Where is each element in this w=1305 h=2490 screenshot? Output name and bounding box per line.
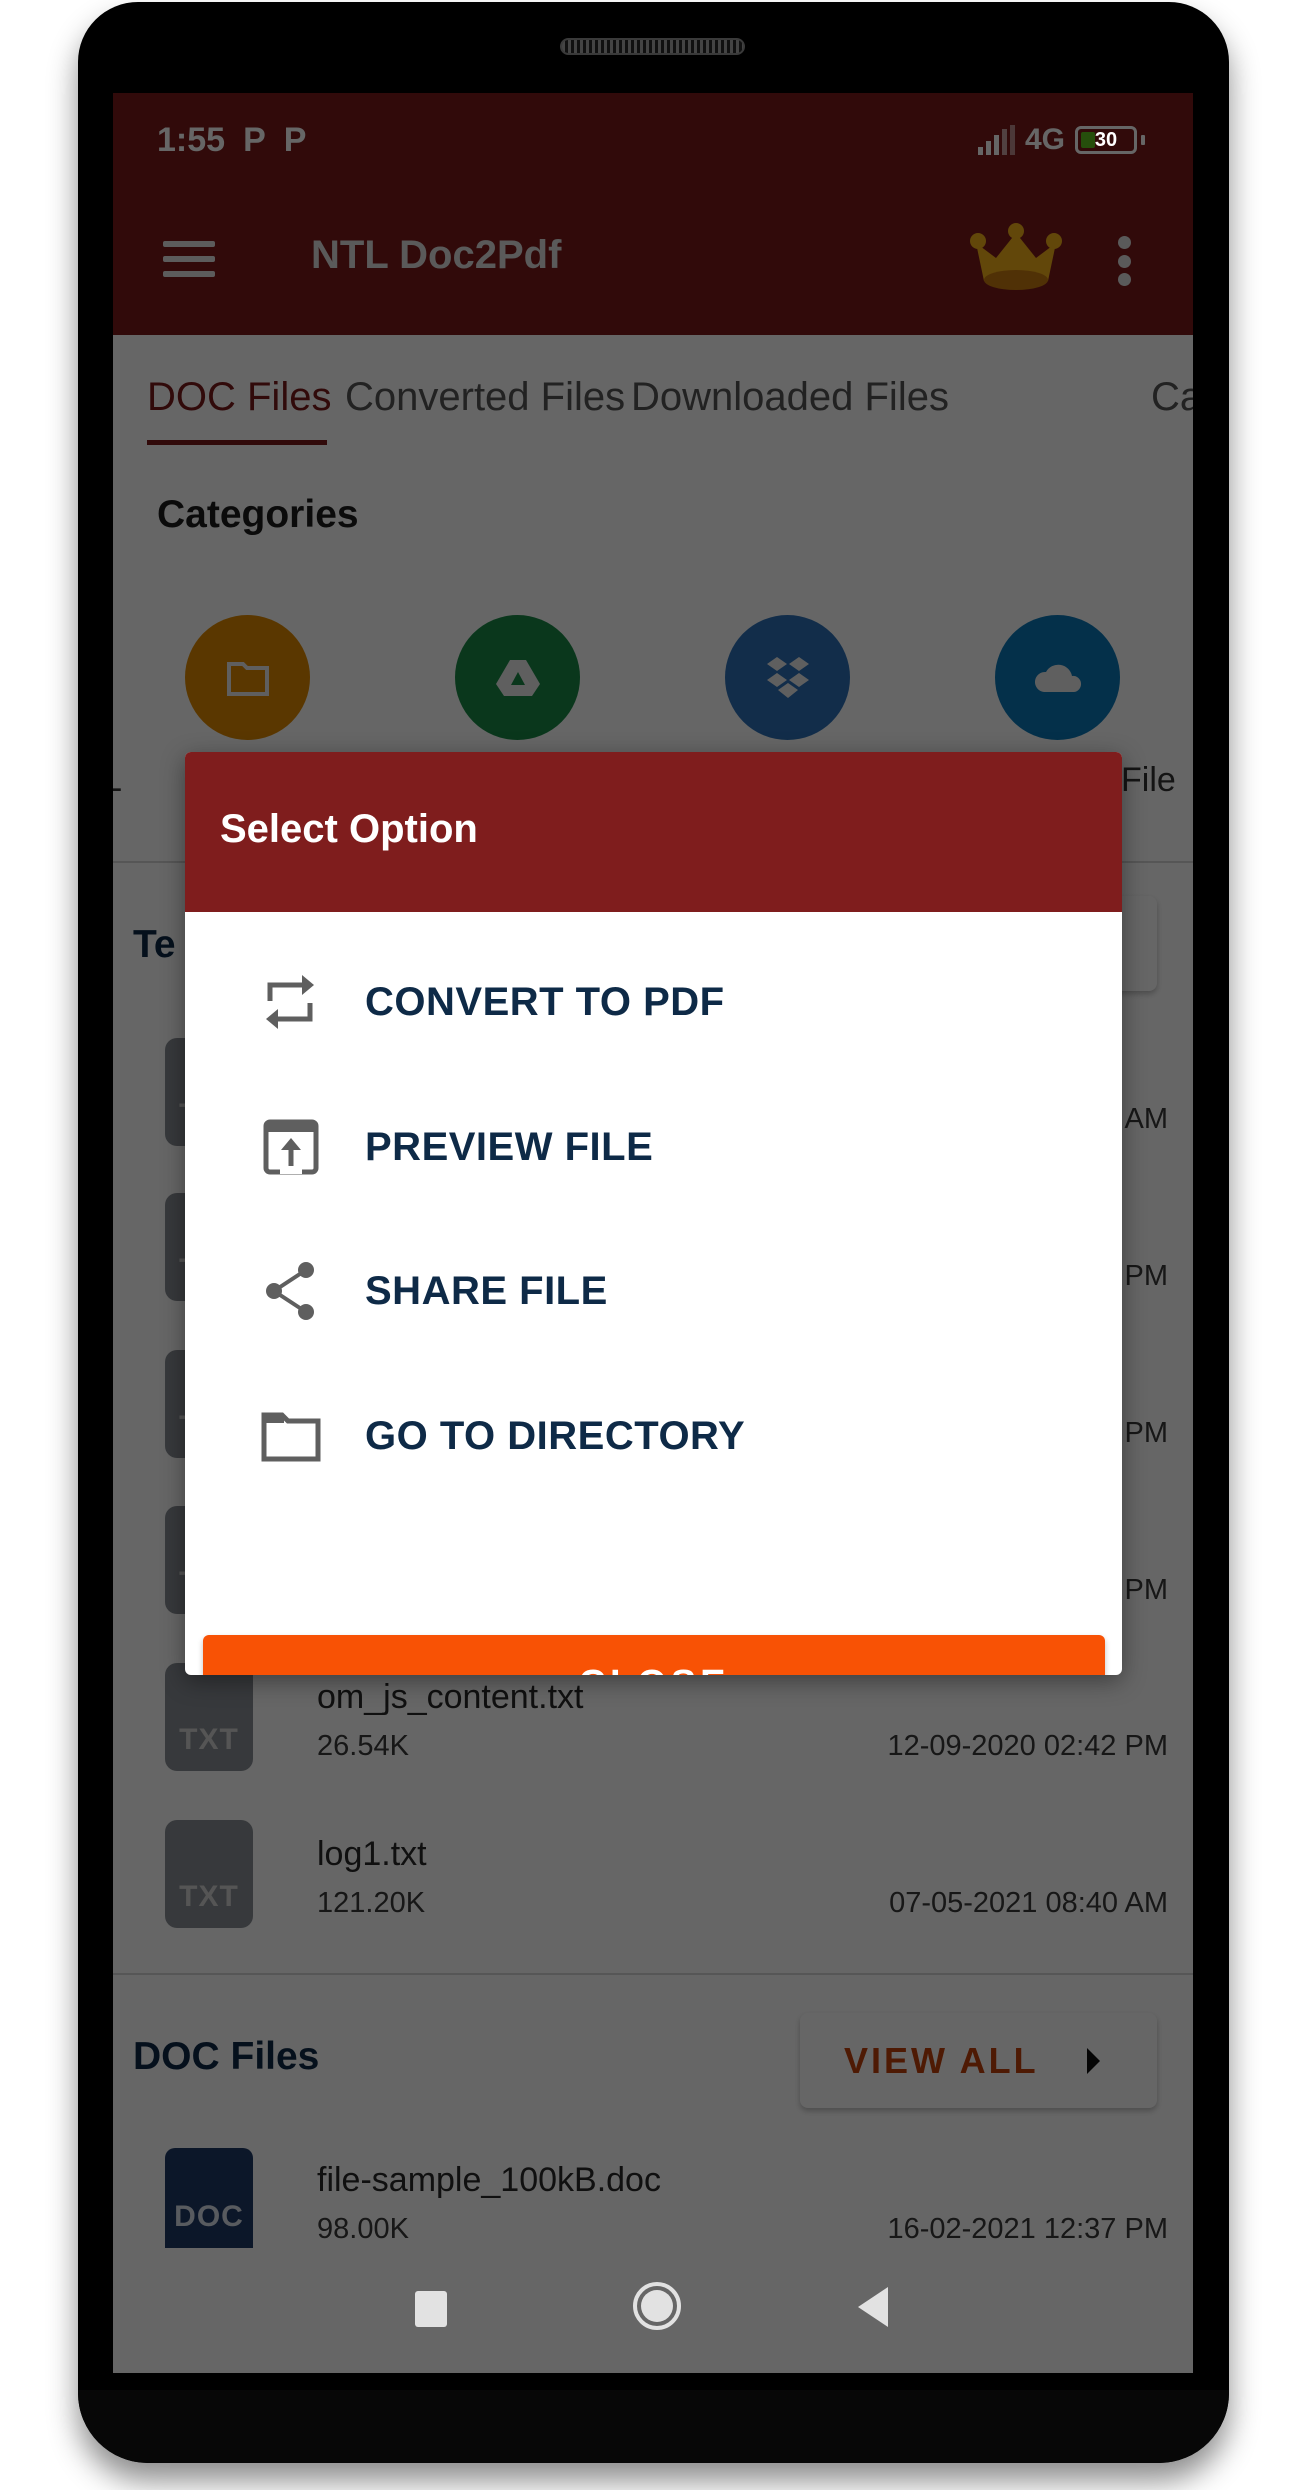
option-convert-to-pdf[interactable]: CONVERT TO PDF — [185, 937, 1122, 1067]
share-icon — [266, 1262, 314, 1320]
option-label: GO TO DIRECTORY — [365, 1413, 746, 1458]
home-button[interactable] — [633, 2282, 681, 2330]
option-label: PREVIEW FILE — [365, 1124, 654, 1169]
dialog-title: Select Option — [220, 807, 478, 851]
close-button[interactable]: CLOSE — [203, 1635, 1105, 1675]
preview-icon — [263, 1119, 319, 1175]
phone-speaker — [560, 38, 745, 55]
option-share-file[interactable]: SHARE FILE — [185, 1226, 1122, 1356]
option-label: CONVERT TO PDF — [365, 979, 725, 1024]
option-preview-file[interactable]: PREVIEW FILE — [185, 1082, 1122, 1212]
option-go-to-directory[interactable]: GO TO DIRECTORY — [185, 1371, 1122, 1501]
battery-level: 30 — [1094, 128, 1118, 151]
screen: 1:55 P P 4G 30 NTL Doc2Pdf DOC F — [113, 93, 1193, 2373]
back-button[interactable] — [858, 2287, 888, 2327]
convert-icon — [266, 975, 314, 1029]
recents-button[interactable] — [415, 2291, 447, 2327]
dialog-header: Select Option — [185, 752, 1122, 912]
phone-chin — [78, 2390, 1229, 2463]
select-option-dialog: Select Option CONVERT TO PDF PREVIEW FIL… — [185, 752, 1122, 1675]
option-label: SHARE FILE — [365, 1268, 608, 1313]
folder-icon — [261, 1412, 321, 1462]
